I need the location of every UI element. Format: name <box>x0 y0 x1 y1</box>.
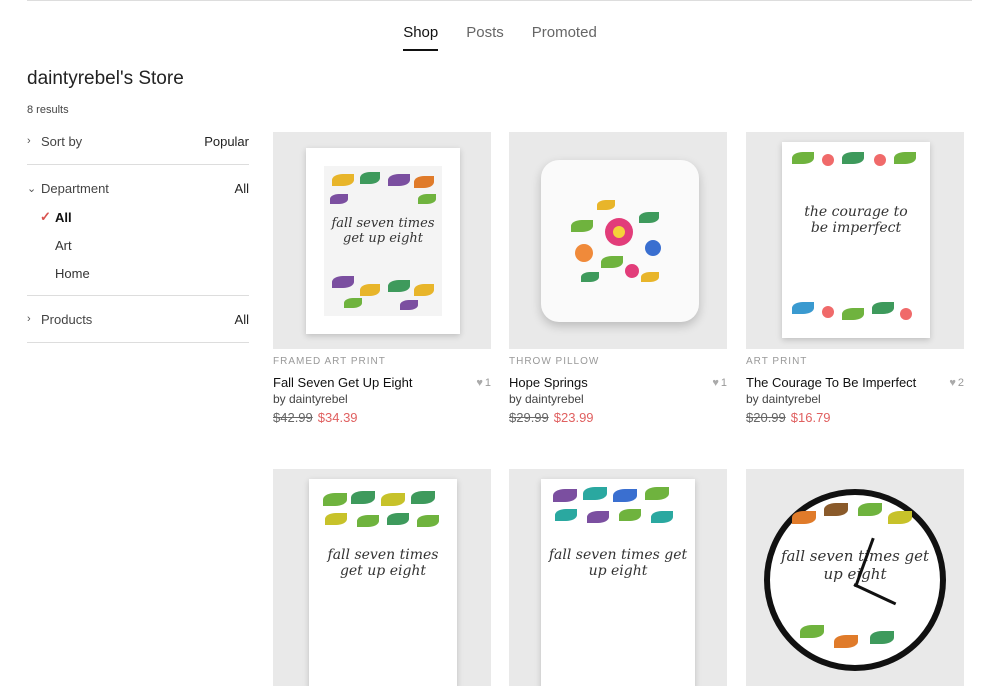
pillow <box>541 160 699 322</box>
art-lettering: the courage to be imperfect <box>804 204 908 236</box>
filter-sidebar: › Sort by Popular ⌄ Department All ✓ All A… <box>27 126 249 343</box>
product-name[interactable]: The Courage To Be Imperfect <box>746 375 916 390</box>
department-option-label: Art <box>55 237 72 253</box>
like-count: 1 <box>484 376 491 389</box>
chevron-right-icon: › <box>27 313 31 325</box>
product-image[interactable]: fall seven times get up eight <box>273 469 491 686</box>
print: the courage to be imperfect <box>782 142 930 338</box>
original-price: $29.99 <box>509 410 549 425</box>
department-option-all[interactable]: ✓ All <box>27 203 249 231</box>
product-type: Art Print <box>746 356 808 367</box>
sort-by-label: Sort by <box>41 133 83 149</box>
product-name[interactable]: Hope Springs <box>509 375 588 390</box>
clock: fall seven times get up eight <box>764 489 946 671</box>
sale-price: $16.79 <box>790 410 831 425</box>
product-card[interactable]: fall seven times get up eight <box>273 469 491 686</box>
product-card[interactable]: the courage to be imperfect Art Print Th… <box>746 132 964 425</box>
heart-icon: ♥ <box>476 376 483 389</box>
product-name[interactable]: Fall Seven Get Up Eight <box>273 375 412 390</box>
frame: fall seven times get up eight <box>306 148 460 334</box>
art-lettering: fall seven times get up eight <box>548 547 688 579</box>
like-button[interactable]: ♥ 1 <box>476 375 491 390</box>
sale-price: $34.39 <box>317 410 358 425</box>
top-divider <box>27 0 972 1</box>
like-count: 1 <box>720 376 727 389</box>
art-lettering: fall seven times get up eight <box>327 547 439 579</box>
like-count: 2 <box>957 376 964 389</box>
product-type: Framed Art Print <box>273 356 386 367</box>
like-button[interactable]: ♥ 1 <box>712 375 727 390</box>
product-card[interactable]: fall seven times get up eight <box>746 469 964 686</box>
product-card[interactable]: Throw Pillow Hope Springs ♥ 1 by daintyre… <box>509 132 727 425</box>
art-lettering: fall seven times get up eight <box>331 216 435 246</box>
tab-promoted[interactable]: Promoted <box>532 24 597 51</box>
art-lettering: fall seven times get up eight <box>780 547 930 583</box>
products-label: Products <box>41 311 93 327</box>
department-option-home[interactable]: Home <box>27 259 249 287</box>
department-option-art[interactable]: Art <box>27 231 249 259</box>
department-filter[interactable]: ⌄ Department All <box>27 173 249 203</box>
product-artist[interactable]: by daintyrebel <box>509 392 727 406</box>
tab-posts[interactable]: Posts <box>466 24 504 51</box>
store-tabs: Shop Posts Promoted <box>0 24 1000 51</box>
sort-by-filter[interactable]: › Sort by Popular <box>27 126 249 156</box>
clock-hand <box>853 583 897 606</box>
sale-price: $23.99 <box>553 410 594 425</box>
products-filter[interactable]: › Products All <box>27 304 249 334</box>
product-image[interactable]: fall seven times get up eight <box>273 132 491 349</box>
product-image[interactable] <box>509 132 727 349</box>
results-count: 8 results <box>27 104 69 116</box>
divider <box>27 342 249 343</box>
print: fall seven times get up eight <box>541 479 695 686</box>
product-type: Throw Pillow <box>509 356 600 367</box>
product-image[interactable]: the courage to be imperfect <box>746 132 964 349</box>
department-value: All <box>234 180 249 196</box>
product-card[interactable]: fall seven times get up eight <box>509 469 727 686</box>
original-price: $20.99 <box>746 410 786 425</box>
product-card[interactable]: fall seven times get up eight Framed Art… <box>273 132 491 425</box>
product-artist[interactable]: by daintyrebel <box>273 392 491 406</box>
product-image[interactable]: fall seven times get up eight <box>509 469 727 686</box>
chevron-right-icon: › <box>27 135 31 147</box>
department-label: Department <box>41 180 109 196</box>
chevron-down-icon: ⌄ <box>27 182 37 195</box>
product-image[interactable]: fall seven times get up eight <box>746 469 964 686</box>
heart-icon: ♥ <box>712 376 719 389</box>
page-title: daintyrebel's Store <box>27 68 184 89</box>
department-option-label: Home <box>55 265 90 281</box>
products-value: All <box>234 311 249 327</box>
product-artist[interactable]: by daintyrebel <box>746 392 964 406</box>
checkmark-icon: ✓ <box>40 209 51 224</box>
print: fall seven times get up eight <box>309 479 457 686</box>
heart-icon: ♥ <box>949 376 956 389</box>
department-option-label: All <box>55 209 72 225</box>
like-button[interactable]: ♥ 2 <box>949 375 964 390</box>
sort-by-value: Popular <box>204 133 249 149</box>
original-price: $42.99 <box>273 410 313 425</box>
tab-shop[interactable]: Shop <box>403 24 439 51</box>
